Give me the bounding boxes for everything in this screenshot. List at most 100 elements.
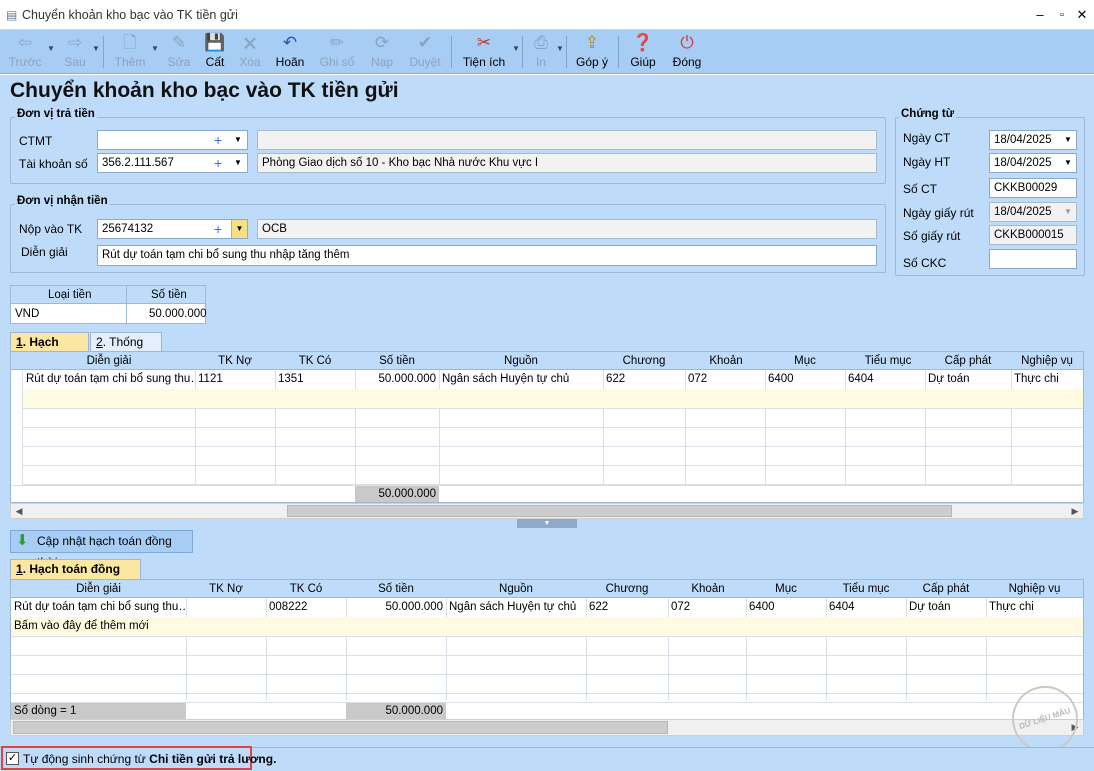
no-ckc-input[interactable] (989, 249, 1077, 269)
minimize-icon[interactable]: – (1030, 7, 1050, 23)
grid-cell[interactable]: Ngân sách Huyện tự chủ (439, 370, 603, 389)
grid-cell[interactable]: Dự toán (906, 598, 986, 617)
column-header[interactable]: Khoản (685, 352, 767, 370)
tab-statistics[interactable]: 2. Thống kê (90, 332, 162, 368)
chevron-down-icon[interactable]: ▼ (1064, 131, 1072, 149)
grid-cell[interactable]: 1121 (195, 370, 275, 389)
column-header[interactable]: TK Có (266, 580, 346, 598)
column-header[interactable]: Khoản (668, 580, 748, 598)
column-header[interactable]: Tiểu mục (826, 580, 906, 598)
help-button[interactable]: ❓ Giúp (627, 31, 659, 73)
grid-cell[interactable]: Dự toán (925, 370, 1011, 389)
column-header[interactable]: TK Có (275, 352, 355, 370)
column-header[interactable]: Chương (586, 580, 668, 598)
approve-button[interactable]: ✔ Duyệt (405, 31, 445, 73)
no-withdraw-input[interactable]: CKKB000015 (989, 225, 1077, 245)
utilities-button[interactable]: ✂ Tiện ích (460, 31, 508, 73)
column-header[interactable]: Nguồn (439, 352, 603, 370)
column-header[interactable]: Số tiền (346, 580, 446, 598)
chevron-down-icon[interactable]: ▼ (231, 220, 247, 238)
add-new-row-hint[interactable]: Bấm vào đây để thêm mới (11, 617, 211, 636)
column-header[interactable]: Nghiệp vụ (1011, 352, 1083, 370)
post-button[interactable]: ✏ Ghi sổ (316, 31, 358, 73)
chevron-down-icon[interactable]: ▼ (234, 154, 242, 172)
column-header[interactable]: Chương (603, 352, 685, 370)
column-header[interactable]: Diễn giải (23, 352, 195, 370)
grid-cell[interactable]: 622 (586, 598, 668, 617)
scroll-right-icon[interactable]: ▶ (1067, 504, 1083, 518)
grid-cell[interactable]: Ngân sách Huyện tự chủ (446, 598, 586, 617)
grid-cell[interactable]: 6404 (845, 370, 931, 389)
save-button[interactable]: 💾 Cất (198, 31, 232, 73)
no-ct-input[interactable]: CKKB00029 (989, 178, 1077, 198)
grid-cell[interactable]: 6400 (746, 598, 826, 617)
column-header[interactable]: Nguồn (446, 580, 586, 598)
close-icon[interactable]: ✕ (1072, 7, 1092, 23)
close-button[interactable]: ⏻ Đóng (669, 31, 705, 73)
grid-cell[interactable]: 50.000.000 (355, 370, 439, 389)
column-header[interactable]: Nghiệp vụ (986, 580, 1083, 598)
add-dropdown-icon[interactable]: ▼ (151, 44, 159, 53)
chevron-down-icon[interactable]: ▼ (1064, 154, 1072, 172)
update-simultaneous-button[interactable]: ⬇ Cập nhật hạch toán đồng thời (10, 530, 193, 569)
grid-cell[interactable]: Thực chi (1011, 370, 1083, 389)
undo-button[interactable]: ↶ Hoãn (271, 31, 309, 73)
plus-icon[interactable]: + (214, 220, 222, 238)
column-header[interactable]: Cấp phát (925, 352, 1011, 370)
new-row[interactable] (11, 389, 1083, 408)
feedback-button[interactable]: ⇪ Góp ý (573, 31, 611, 73)
print-button[interactable]: ⎙ In (528, 31, 554, 73)
print-dropdown-icon[interactable]: ▼ (556, 44, 564, 53)
scroll-left-icon[interactable]: ◀ (11, 504, 27, 518)
grid-cell[interactable]: Rút dự toán tạm chi bổ sung thu… (11, 598, 186, 617)
column-header[interactable]: Diễn giải (11, 580, 186, 598)
plus-icon[interactable]: + (214, 154, 222, 172)
edit-button[interactable]: ✎ Sửa (162, 31, 196, 73)
date-withdraw-picker[interactable]: 18/04/2025 ▼ (989, 202, 1077, 222)
add-button[interactable]: 🗋 Thêm (110, 31, 150, 73)
column-header[interactable]: Mục (765, 352, 845, 370)
column-header[interactable]: Tiểu mục (845, 352, 931, 370)
deposit-account-combo[interactable]: 25674132 + ▼ (97, 219, 248, 239)
prev-button[interactable]: ⇦ Trước (6, 31, 44, 73)
auto-generate-checkbox[interactable]: ✓ (6, 752, 19, 765)
accounting-grid-scrollbar[interactable]: ◀ ▶ (10, 503, 1084, 519)
grid-cell[interactable]: 008222 (266, 598, 346, 617)
prev-dropdown-icon[interactable]: ▼ (47, 44, 55, 53)
splitter-handle[interactable]: ▼ (517, 519, 577, 528)
grid-cell[interactable]: 1351 (275, 370, 355, 389)
scrollbar-thumb[interactable] (287, 505, 952, 517)
tab-accounting[interactable]: 1. Hạch toán (10, 332, 89, 368)
grid-cell[interactable]: 622 (603, 370, 685, 389)
column-header[interactable]: Mục (746, 580, 826, 598)
date-ht-picker[interactable]: 18/04/2025 ▼ (989, 153, 1077, 173)
tab-simultaneous-accounting[interactable]: 1. Hạch toán đồng thời (10, 559, 141, 595)
maximize-icon[interactable]: ▫ (1052, 7, 1072, 23)
plus-icon[interactable]: + (214, 131, 222, 149)
next-dropdown-icon[interactable]: ▼ (92, 44, 100, 53)
column-header[interactable]: Số tiền (355, 352, 439, 370)
grid-cell[interactable]: 072 (685, 370, 767, 389)
grid-cell[interactable]: Thực chi (986, 598, 1083, 617)
next-button[interactable]: ⇨ Sau (56, 31, 94, 73)
chevron-down-icon[interactable]: ▼ (234, 131, 242, 149)
grid-cell[interactable]: 50.000.000 (346, 598, 446, 617)
scrollbar-thumb[interactable] (13, 721, 668, 734)
currency-type-cell[interactable]: VND (15, 305, 39, 323)
grid-cell[interactable]: 6400 (765, 370, 845, 389)
utilities-dropdown-icon[interactable]: ▼ (512, 44, 520, 53)
grid-cell[interactable]: Rút dự toán tạm chi bổ sung thu… (23, 370, 195, 389)
currency-amount-cell[interactable]: 50.000.000 (149, 305, 207, 323)
date-ct-picker[interactable]: 18/04/2025 ▼ (989, 130, 1077, 150)
grid-cell[interactable]: 6404 (826, 598, 906, 617)
grid-cell[interactable]: 072 (668, 598, 748, 617)
account-combo[interactable]: 356.2.111.567 + ▼ (97, 153, 248, 173)
load-button[interactable]: ⟳ Nạp (365, 31, 399, 73)
ctmt-combo[interactable]: + ▼ (97, 130, 248, 150)
simultaneous-grid-scrollbar[interactable]: ▶ (10, 719, 1084, 736)
note-input[interactable]: Rút dự toán tạm chi bổ sung thu nhập tăn… (97, 245, 877, 266)
column-header[interactable]: TK Nợ (186, 580, 266, 598)
column-header[interactable]: Cấp phát (906, 580, 986, 598)
chevron-down-icon[interactable]: ▼ (1064, 203, 1072, 221)
delete-button[interactable]: 🗙 Xóa (233, 31, 267, 73)
